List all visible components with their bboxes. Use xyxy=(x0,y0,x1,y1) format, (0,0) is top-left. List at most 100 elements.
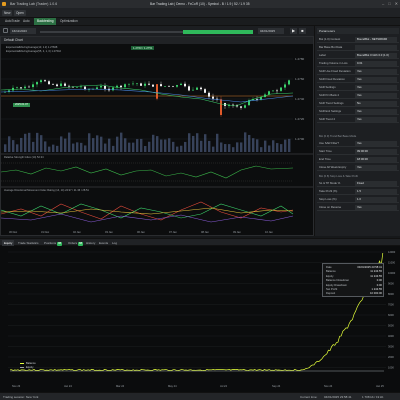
candle xyxy=(96,87,98,89)
title-bar: Bar Trading Lab (Trader) 1.0.6 Bar Tradi… xyxy=(0,0,400,8)
volume-bar xyxy=(28,132,31,152)
param-label: Bar Base Bot Data xyxy=(319,45,343,49)
volume-bar xyxy=(228,144,231,152)
volume-bar xyxy=(24,133,27,152)
candle xyxy=(176,85,178,87)
candle xyxy=(60,83,62,87)
volume-bar xyxy=(96,135,99,152)
param-value-field[interactable]: 1.5 xyxy=(355,188,397,194)
time-tick: 07 Jan xyxy=(169,230,177,234)
param-value-field[interactable]: Fixed xyxy=(355,180,397,186)
time-tick: 02 Jan xyxy=(73,230,81,234)
minimize-button[interactable]: – xyxy=(382,1,384,6)
play-button[interactable]: ▶ xyxy=(290,28,297,34)
param-value-field[interactable]: Yes xyxy=(355,140,397,146)
candle xyxy=(100,86,102,88)
param-value-field[interactable]: Yes xyxy=(355,68,397,74)
volume-bar xyxy=(256,139,259,152)
stat-value: 11 243.55 xyxy=(370,270,382,274)
volume-bar xyxy=(132,142,135,152)
volume-bar xyxy=(216,133,219,152)
stat-row: Balance 11 243.55 xyxy=(326,270,382,274)
tab-backtesting[interactable]: Backtesting xyxy=(34,18,57,25)
close-button[interactable]: ✕ xyxy=(395,1,398,6)
y-tick: 12000 xyxy=(388,250,396,254)
param-value-field[interactable]: Yes xyxy=(355,76,397,82)
memory-usage: 1 708 kb / 19 kb xyxy=(362,394,384,399)
tab-optimization[interactable]: Optimization xyxy=(57,18,81,25)
candle xyxy=(48,81,50,85)
param-value-field[interactable]: Yes xyxy=(355,116,397,122)
volume-bar xyxy=(116,136,119,152)
chart-panel[interactable]: Default Chart ExponentialMovingAverage(1… xyxy=(0,36,314,236)
stat-label: Balance xyxy=(326,270,336,274)
volume-bar xyxy=(112,145,115,152)
candle xyxy=(76,87,78,88)
legend-equity: Equity xyxy=(20,366,33,369)
stat-row: Balance Drawdown 0.00 xyxy=(326,279,382,283)
param-value-field[interactable]: 0.01 xyxy=(355,60,397,66)
chart-title: Default Chart xyxy=(1,37,313,44)
param-value-field[interactable]: Yes xyxy=(355,204,397,210)
param-value-field[interactable]: Yes xyxy=(355,164,397,170)
param-value-field[interactable]: Yes xyxy=(355,92,397,98)
param-label: SAR Exit Settings xyxy=(319,109,342,113)
y-tick: 11000 xyxy=(388,261,396,265)
param-value-field[interactable]: BoundBot - NET90604R xyxy=(355,36,397,42)
settings-icon[interactable] xyxy=(3,28,8,33)
stop-button[interactable]: ■ xyxy=(299,28,306,34)
tab-label: Log xyxy=(112,241,118,245)
time-tick: 03 Jan xyxy=(105,230,113,234)
maximize-button[interactable]: □ xyxy=(388,1,390,6)
new-button[interactable]: New xyxy=(2,10,13,16)
candle xyxy=(124,84,126,88)
param-value-field[interactable]: BoundBot 0 Gbh 0.0 (1.6) xyxy=(355,52,397,58)
volume-bar xyxy=(144,146,147,152)
candle xyxy=(244,105,246,108)
param-label: Close on Reverse xyxy=(319,205,342,209)
tab-label: Orders xyxy=(68,241,78,245)
param-value-field[interactable]: Yes xyxy=(355,84,397,90)
volume-bar xyxy=(12,140,15,152)
y-tick: 7000 xyxy=(388,303,394,307)
start-date-field[interactable]: 16/11/2023 xyxy=(10,28,36,34)
volume-bar xyxy=(56,145,59,152)
candle xyxy=(28,86,30,88)
chart-canvas[interactable]: 1.2780 1.2760 1.2740 1.2720 1.2700 30 De… xyxy=(1,44,313,235)
y-tick: 6000 xyxy=(388,313,394,317)
y-tick: 9000 xyxy=(388,282,394,286)
candle xyxy=(256,99,258,100)
volume-bar xyxy=(200,140,203,152)
volume-bar xyxy=(160,139,163,152)
param-value-field[interactable] xyxy=(355,44,397,50)
param-value-field[interactable]: 18:00:00 xyxy=(355,156,397,162)
y-tick: 8000 xyxy=(388,292,394,296)
main-toolbar: New Open xyxy=(0,8,400,18)
param-row: SAR Settings Yes xyxy=(317,84,399,91)
volume-bar xyxy=(32,141,35,152)
tab-auto[interactable]: Auto xyxy=(20,18,33,25)
param-value-field[interactable]: 1.0 xyxy=(355,196,397,202)
param-row: Stop Loss (%) 1.0 xyxy=(317,196,399,203)
end-date-field[interactable]: 04/01/2025 xyxy=(258,28,284,34)
param-value-field[interactable]: 09:00:00 xyxy=(355,148,397,154)
param-row: SAR Trend Settings No xyxy=(317,100,399,107)
volume-bar xyxy=(272,140,275,152)
volume-bar xyxy=(220,142,223,152)
open-button[interactable]: Open xyxy=(14,10,26,16)
param-value-field[interactable]: No xyxy=(355,100,397,106)
param-row: Take Profit (%) 1.5 xyxy=(317,188,399,195)
y-tick: 2000 xyxy=(388,355,394,359)
volume-bar xyxy=(288,138,291,152)
volume-bar xyxy=(152,134,155,152)
candle xyxy=(168,86,170,87)
stat-row: Deposit 10 000.00 xyxy=(326,292,382,296)
candle xyxy=(40,80,42,83)
volume-bar xyxy=(252,138,255,152)
param-value-field[interactable]: Yes xyxy=(355,108,397,114)
param-label: SAR Pct Bank 2 xyxy=(319,93,340,97)
stat-value: 0.00 xyxy=(376,279,382,283)
candle xyxy=(144,83,146,86)
parameters-panel: Parameters Bot (1.0) Contest BoundBot - N… xyxy=(314,26,400,236)
param-row: SAR Pct Bank 2 Yes xyxy=(317,92,399,99)
